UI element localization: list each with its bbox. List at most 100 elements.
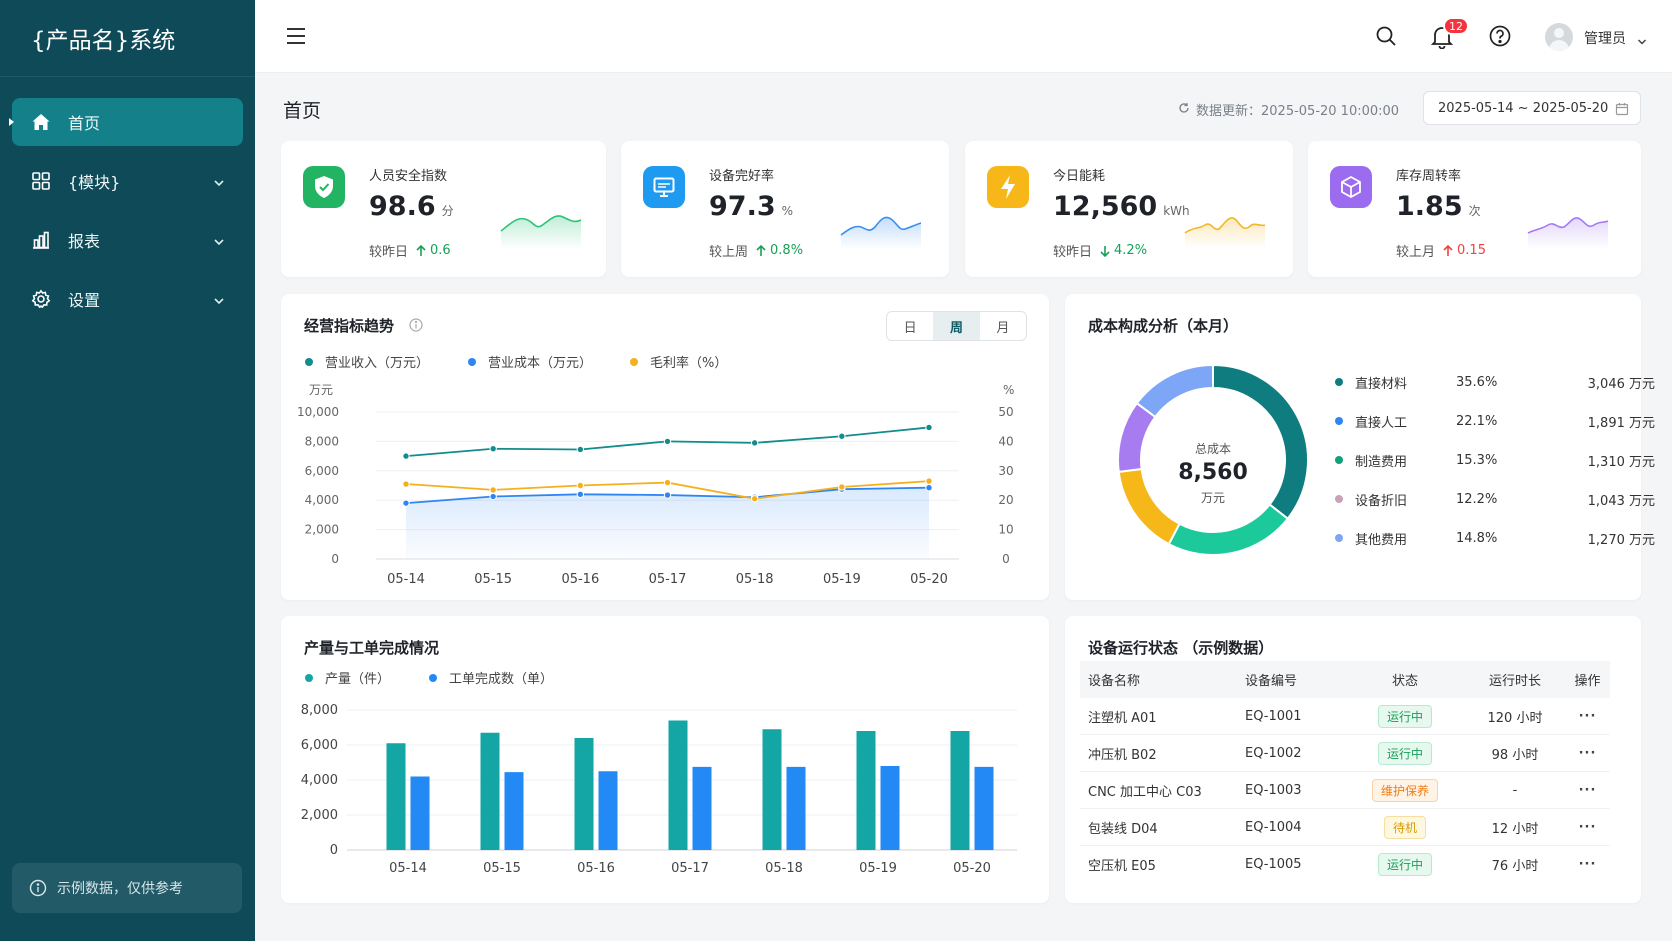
column-header: 设备编号	[1245, 674, 1298, 689]
kpi-value: 97.3%	[709, 191, 794, 222]
data-point	[489, 486, 497, 494]
kpi-label: 人员安全指数	[369, 169, 448, 184]
kpi-card-safety: 人员安全指数 98.6 分 较昨日 0.6	[281, 141, 606, 277]
bar	[668, 720, 688, 850]
chevron-down-icon	[213, 174, 225, 193]
sample-data-notice: 示例数据，仅供参考	[12, 863, 242, 913]
shield-check-icon	[303, 166, 345, 208]
table-row: 冲压机 B02 EQ-1002 运行中 98 小时 ···	[1080, 735, 1610, 772]
legend-percent: 15.3%	[1456, 452, 1498, 468]
more-actions-button[interactable]: ···	[1565, 820, 1610, 835]
arrow-up-icon	[756, 244, 766, 256]
kpi-card-energy: 今日能耗 12,560 kWh 较昨日 4.2%	[965, 141, 1293, 277]
x-tick-label: 05-19	[823, 572, 861, 587]
more-actions-button[interactable]: ···	[1565, 746, 1610, 761]
sidebar-item-home[interactable]: 首页	[9, 98, 243, 146]
y-tick-label: 6,000	[301, 738, 338, 753]
equipment-name: 注塑机 A01	[1088, 710, 1157, 726]
sample-data-text: 示例数据，仅供参考	[57, 881, 183, 897]
legend-item[interactable]: 直接材料 35.6% 3,046 万元	[1335, 371, 1655, 393]
chevron-down-icon[interactable]	[1637, 32, 1647, 51]
legend-swatch	[1335, 495, 1343, 503]
legend-item[interactable]: 设备折旧 12.2% 1,043 万元	[1335, 488, 1655, 510]
legend-amount: 1,891 万元	[1587, 415, 1655, 431]
sidebar: {产品名}系统 首页 {模块} 报表 设置 示例数据，仅供参考	[0, 0, 255, 941]
legend-item[interactable]: 其他费用 14.8% 1,270 万元	[1335, 527, 1655, 549]
notification-badge: 12	[1443, 17, 1469, 35]
legend-percent: 35.6%	[1456, 374, 1498, 390]
legend-swatch	[1335, 378, 1343, 386]
column-header: 设备名称	[1088, 674, 1141, 689]
y2-axis-unit: %	[1003, 383, 1014, 397]
cost-title: 成本构成分析（本月）	[1088, 317, 1239, 335]
status-badge: 运行中	[1377, 741, 1432, 765]
legend-label: 设备折旧	[1355, 493, 1408, 509]
monitor-icon	[643, 166, 685, 208]
legend-percent: 22.1%	[1456, 413, 1498, 429]
legend-label: 制造费用	[1355, 454, 1408, 470]
gear-icon	[30, 288, 52, 310]
legend-amount: 1,270 万元	[1587, 532, 1655, 548]
legend-item[interactable]: 直接人工 22.1% 1,891 万元	[1335, 410, 1655, 432]
menu-toggle-icon[interactable]	[286, 27, 306, 49]
sidebar-nav: 首页 {模块} 报表 设置	[0, 77, 255, 323]
run-hours: 76 小时	[1491, 859, 1539, 874]
legend-swatch	[1335, 417, 1343, 425]
y-tick-label: 4,000	[305, 493, 339, 507]
run-hours: 98 小时	[1491, 747, 1539, 763]
more-actions-button[interactable]: ···	[1565, 783, 1610, 798]
avatar[interactable]	[1545, 23, 1573, 51]
x-tick-label: 05-14	[389, 861, 427, 876]
trend-chart-card: 经营指标趋势 日 周 月 营业收入（万元） 营业成本（万元） 毛利率（%） 万元…	[281, 294, 1049, 600]
y2-tick-label: 50	[998, 405, 1013, 419]
y-tick-label: 2,000	[301, 808, 338, 823]
kpi-label: 库存周转率	[1396, 169, 1462, 184]
refresh-icon[interactable]	[1178, 102, 1190, 118]
kpi-sparkline	[500, 215, 582, 249]
bar	[480, 732, 500, 850]
data-point	[838, 483, 846, 491]
run-hours: -	[1512, 782, 1518, 798]
table-row: 空压机 E05 EQ-1005 运行中 76 小时 ···	[1080, 846, 1610, 883]
data-update-info: 数据更新：2025-05-20 10:00:00	[1178, 100, 1399, 119]
bar	[856, 731, 876, 850]
kpi-compare: 较上月 0.15	[1396, 243, 1486, 260]
x-tick-label: 05-16	[561, 572, 599, 587]
search-icon[interactable]	[1375, 25, 1397, 51]
sidebar-item-settings[interactable]: 设置	[12, 275, 243, 323]
legend-label: 其他费用	[1355, 532, 1408, 548]
more-actions-button[interactable]: ···	[1565, 709, 1610, 724]
help-icon[interactable]	[1489, 25, 1511, 51]
equipment-name: 冲压机 B02	[1088, 747, 1157, 763]
sidebar-item-module[interactable]: {模块}	[12, 157, 243, 205]
more-actions-button[interactable]: ···	[1565, 857, 1610, 872]
sidebar-item-reports[interactable]: 报表	[12, 216, 243, 264]
table-row: 包装线 D04 EQ-1004 待机 12 小时 ···	[1080, 809, 1610, 846]
x-tick-label: 05-20	[910, 572, 948, 587]
user-name[interactable]: 管理员	[1584, 28, 1626, 48]
legend-item[interactable]: 制造费用 15.3% 1,310 万元	[1335, 449, 1655, 471]
kpi-compare: 较上周 0.8%	[709, 243, 804, 260]
y2-tick-label: 30	[998, 464, 1013, 478]
status-badge: 维护保养	[1371, 778, 1438, 802]
kpi-label: 设备完好率	[709, 169, 775, 184]
kpi-sparkline	[840, 216, 922, 249]
info-icon	[29, 879, 47, 897]
bar	[410, 776, 430, 850]
brand-title: {产品名}系统	[0, 0, 255, 77]
data-point	[489, 492, 497, 501]
date-range-picker[interactable]: 2025-05-14 ~ 2025-05-20	[1423, 91, 1641, 125]
legend-percent: 14.8%	[1456, 530, 1498, 546]
data-point	[402, 452, 410, 460]
date-range-text: 2025-05-14 ~ 2025-05-20	[1438, 100, 1609, 116]
arrow-down-icon	[1100, 245, 1110, 257]
x-tick-label: 05-17	[671, 861, 709, 876]
bar-chart-icon	[30, 229, 52, 251]
bar	[692, 766, 712, 850]
bar	[786, 766, 806, 850]
data-point	[750, 439, 759, 447]
y2-tick-label: 40	[998, 434, 1013, 448]
equipment-name: 空压机 E05	[1088, 859, 1156, 874]
home-icon	[30, 111, 52, 133]
kpi-label: 今日能耗	[1053, 169, 1106, 184]
